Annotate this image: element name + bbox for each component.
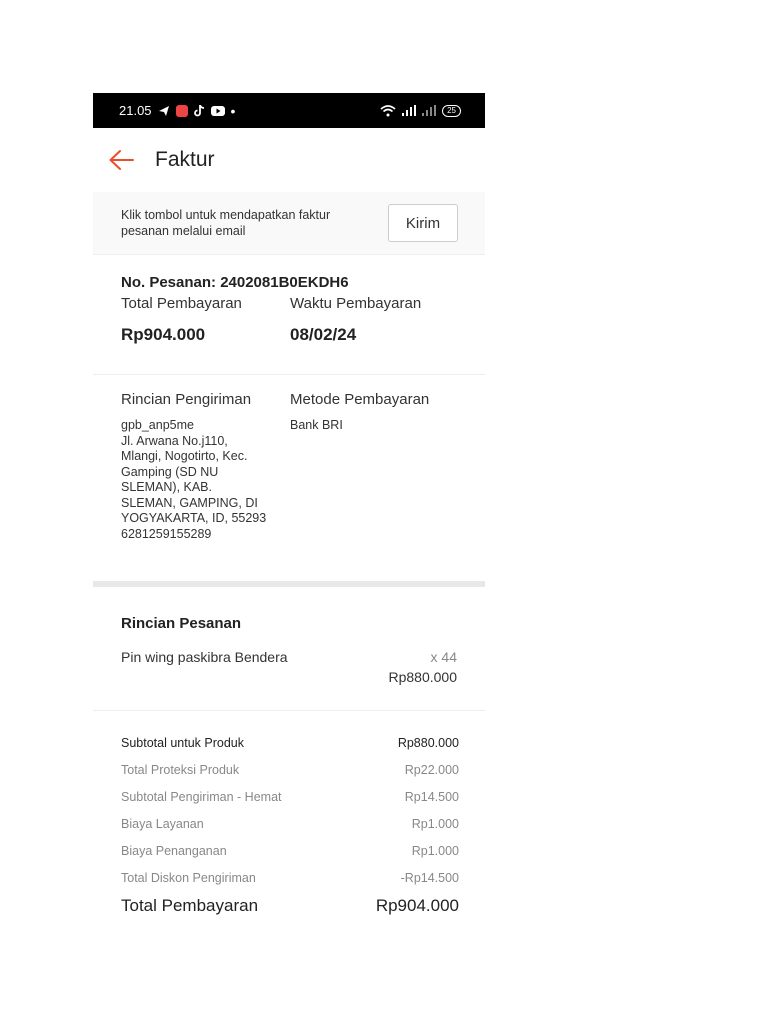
item-quantity: x 44 xyxy=(430,649,457,665)
summary-row: Total Proteksi Produk Rp22.000 xyxy=(121,756,459,783)
grand-total-label: Total Pembayaran xyxy=(121,896,259,915)
summary-value: Rp880.000 xyxy=(397,735,459,750)
summary-label: Total Diskon Pengiriman xyxy=(121,870,256,885)
status-time: 21.05 xyxy=(119,103,152,118)
battery-icon: 25 xyxy=(442,104,461,117)
telegram-icon xyxy=(158,105,170,117)
summary-row: Subtotal untuk Produk Rp880.000 xyxy=(121,729,459,756)
summary-row: Total Diskon Pengiriman -Rp14.500 xyxy=(121,864,459,891)
notice-text: Klik tombol untuk mendapatkan faktur pes… xyxy=(121,208,331,238)
total-payment-value: Rp904.000 xyxy=(121,325,206,344)
summary-value: Rp1.000 xyxy=(411,816,459,831)
summary-label: Subtotal Pengiriman - Hemat xyxy=(121,789,282,804)
payment-method-value: Bank BRI xyxy=(290,418,343,432)
summary-value: Rp1.000 xyxy=(411,843,459,858)
send-button[interactable]: Kirim xyxy=(388,204,458,242)
total-payment-label: Total Pembayaran xyxy=(121,295,242,312)
signal-icon xyxy=(402,105,417,116)
item-name: Pin wing paskibra Bendera xyxy=(121,649,288,665)
order-number: No. Pesanan: 2402081B0EKDH6 xyxy=(121,274,349,291)
summary-label: Biaya Layanan xyxy=(121,816,204,831)
summary-label: Total Proteksi Produk xyxy=(121,762,240,777)
tiktok-icon xyxy=(193,104,205,117)
summary-row: Subtotal Pengiriman - Hemat Rp14.500 xyxy=(121,783,459,810)
order-summary-section: No. Pesanan: 2402081B0EKDH6 Total Pembay… xyxy=(93,255,485,375)
page-title: Faktur xyxy=(155,148,215,171)
payment-method-label: Metode Pembayaran xyxy=(290,391,430,408)
payment-time-value: 08/02/24 xyxy=(290,325,357,344)
status-bar: 21.05 • 25 xyxy=(93,93,485,128)
back-button[interactable] xyxy=(107,146,135,174)
shipping-section: Rincian Pengiriman gpb_anp5me Jl. Arwana… xyxy=(93,375,485,581)
order-detail-title: Rincian Pesanan xyxy=(121,615,242,632)
shipping-label: Rincian Pengiriman xyxy=(121,391,252,408)
shipping-address: gpb_anp5me Jl. Arwana No.j110, Mlangi, N… xyxy=(121,418,267,541)
youtube-icon xyxy=(210,105,225,116)
summary-value: Rp22.000 xyxy=(404,762,459,777)
summary-row: Biaya Penanganan Rp1.000 xyxy=(121,837,459,864)
email-invoice-notice: Klik tombol untuk mendapatkan faktur pes… xyxy=(93,192,485,255)
summary-value: Rp14.500 xyxy=(404,789,459,804)
summary-row: Biaya Layanan Rp1.000 xyxy=(121,810,459,837)
app-header: Faktur xyxy=(93,128,485,192)
wifi-icon xyxy=(380,104,396,117)
item-price: Rp880.000 xyxy=(388,669,457,685)
more-notifications-dot: • xyxy=(230,102,236,119)
summary-label: Biaya Penanganan xyxy=(121,843,227,858)
invoice-screen: 21.05 • 25 Faktur Klik tombol untuk mend… xyxy=(93,93,485,933)
summary-label: Subtotal untuk Produk xyxy=(121,735,244,750)
app-notification-icon xyxy=(175,104,188,117)
arrow-left-icon xyxy=(109,150,134,170)
list-item: Pin wing paskibra Bendera x 44 Rp880.000 xyxy=(121,649,457,685)
payment-time-label: Waktu Pembayaran xyxy=(290,295,422,312)
grand-total-row: Total Pembayaran Rp904.000 xyxy=(121,891,459,921)
signal-secondary-icon xyxy=(422,105,437,116)
grand-total-value: Rp904.000 xyxy=(375,896,459,915)
payment-summary: Subtotal untuk Produk Rp880.000 Total Pr… xyxy=(93,711,485,921)
order-detail-section: Rincian Pesanan Pin wing paskibra Bender… xyxy=(93,587,485,711)
summary-value: -Rp14.500 xyxy=(400,870,459,885)
